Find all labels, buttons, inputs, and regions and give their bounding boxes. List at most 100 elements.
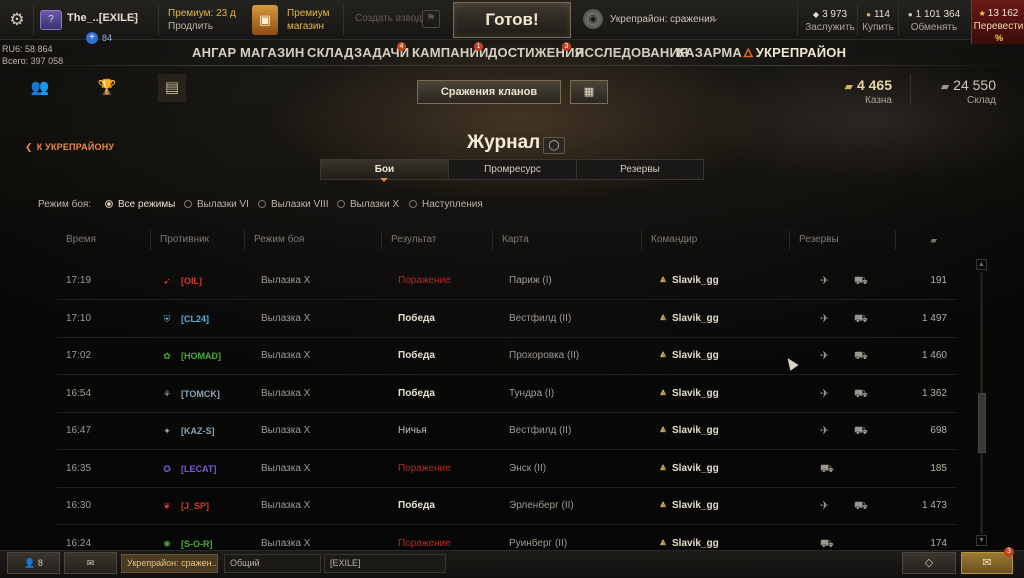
plus-icon[interactable]: +: [86, 32, 98, 44]
clan-battles-button[interactable]: Сражения кланов: [417, 80, 561, 104]
opponent-clan[interactable]: ⛨ [CL24]: [159, 300, 209, 338]
reserve-artillery-icon[interactable]: ✈: [820, 412, 829, 450]
premium-shop-link[interactable]: Премиум магазин: [287, 7, 330, 33]
reserve-tank-icon[interactable]: ⛟: [854, 375, 868, 413]
settings-gear-icon[interactable]: ⚙: [6, 9, 28, 31]
channel-general[interactable]: Общий: [224, 554, 321, 573]
opponent-clan[interactable]: ✺ [S-O-R]: [159, 525, 212, 551]
column-reserves[interactable]: Резервы: [789, 230, 895, 250]
commander[interactable]: ⩓ Slavik_gg: [657, 450, 719, 488]
scroll-up-arrow-icon[interactable]: ▲: [976, 259, 987, 270]
clan-emblem-icon[interactable]: ?: [40, 10, 62, 30]
tab-industrial-resource[interactable]: Промресурс: [449, 160, 577, 179]
nav-research[interactable]: ИССЛЕДОВАНИЯ: [575, 41, 689, 65]
reserve-tank-icon[interactable]: ⛟: [854, 337, 868, 375]
reserve-artillery-icon[interactable]: ✈: [820, 375, 829, 413]
reserve-tank-icon[interactable]: ⛟: [820, 525, 834, 551]
opponent-clan[interactable]: ⚘ [TOMCK]: [159, 375, 220, 413]
reserve-tank-icon[interactable]: ⛟: [854, 412, 868, 450]
trophy-icon[interactable]: 🏆: [93, 74, 121, 102]
friends-button[interactable]: 👤 8: [7, 552, 60, 574]
scrollbar-thumb[interactable]: [978, 393, 986, 453]
column-opponent[interactable]: Противник: [150, 230, 244, 250]
earn-link[interactable]: Заслужить: [805, 21, 855, 34]
opponent-clan[interactable]: ➹ [OIL]: [159, 262, 202, 300]
reserve-artillery-icon[interactable]: ✈: [820, 337, 829, 375]
reserve-tank-icon[interactable]: ⛟: [820, 450, 834, 488]
calendar-icon[interactable]: ▦: [570, 80, 608, 104]
filter-sortie-viii[interactable]: Вылазки VIII: [258, 199, 328, 210]
premium-shop-icon[interactable]: ▣: [252, 5, 278, 35]
column-result[interactable]: Результат: [381, 230, 492, 250]
table-row[interactable]: 17:02 ✿ [HOMAD] Вылазка X Победа Прохоровка (…: [57, 337, 957, 375]
platoon-icon[interactable]: ⚑: [422, 10, 440, 28]
nav-depot[interactable]: СКЛАД: [307, 41, 354, 65]
commander[interactable]: ⩓ Slavik_gg: [657, 337, 719, 375]
filter-advances[interactable]: Наступления: [409, 199, 483, 210]
battle-mode-icon[interactable]: ◉: [583, 9, 603, 29]
column-resource[interactable]: ▰: [895, 230, 957, 250]
reserve-tank-icon[interactable]: ⛟: [854, 300, 868, 338]
premium-account[interactable]: Премиум: 23 д Продлить: [168, 7, 236, 33]
reserve-tank-icon[interactable]: ⛟: [854, 262, 868, 300]
journal-icon[interactable]: ▤: [158, 74, 186, 102]
back-to-stronghold-link[interactable]: ❮ К УКРЕПРАЙОНУ: [25, 142, 114, 153]
opponent-clan[interactable]: ✦ [KAZ-S]: [159, 412, 214, 450]
refresh-icon[interactable]: ◯: [543, 137, 565, 154]
session-stats-button[interactable]: ◇: [902, 552, 956, 574]
players-icon[interactable]: 👥: [26, 74, 54, 102]
credits-resource[interactable]: ● 1 101 364 Обменять: [902, 8, 966, 34]
reserve-artillery-icon[interactable]: ✈: [820, 487, 829, 525]
commander[interactable]: ⩓ Slavik_gg: [657, 300, 719, 338]
commander[interactable]: ⩓ Slavik_gg: [657, 412, 719, 450]
commander[interactable]: ⩓ Slavik_gg: [657, 375, 719, 413]
table-row[interactable]: 16:30 ❦ [J_SP] Вылазка X Победа Эрленберг (II…: [57, 487, 957, 525]
nav-hangar[interactable]: АНГАР: [192, 41, 236, 65]
opponent-clan[interactable]: ✿ [HOMAD]: [159, 337, 221, 375]
table-row[interactable]: 17:19 ➹ [OIL] Вылазка X Поражение Париж (I) ⩓ S…: [57, 262, 957, 300]
table-row[interactable]: 17:10 ⛨ [CL24] Вылазка X Победа Вестфилд (II)…: [57, 300, 957, 338]
channel-stronghold[interactable]: Укрепрайон: сражен...: [121, 554, 218, 573]
create-platoon-button[interactable]: Создать взвод: [355, 13, 422, 24]
column-map[interactable]: Карта: [492, 230, 641, 250]
exchange-link[interactable]: Обменять: [902, 21, 966, 34]
commander[interactable]: ⩓ Slavik_gg: [657, 487, 719, 525]
column-commander[interactable]: Командир: [641, 230, 789, 250]
commander[interactable]: ⩓ Slavik_gg: [657, 525, 719, 551]
table-row[interactable]: 16:24 ✺ [S-O-R] Вылазка X Поражение Руинберг …: [57, 525, 957, 551]
gold-resource[interactable]: ● 114 Купить: [860, 8, 896, 34]
chevron-down-icon[interactable]: ⌄: [711, 13, 719, 24]
chevron-down-icon[interactable]: ⌄: [131, 11, 139, 22]
table-row[interactable]: 16:47 ✦ [KAZ-S] Вылазка X Ничья Вестфилд (II)…: [57, 412, 957, 450]
scroll-down-arrow-icon[interactable]: ▼: [976, 535, 987, 546]
reserve-artillery-icon[interactable]: ✈: [820, 300, 829, 338]
column-battle-mode[interactable]: Режим боя: [244, 230, 381, 250]
premium-extend-link[interactable]: Продлить: [168, 20, 236, 33]
player-name[interactable]: The_..[EXILE]: [67, 12, 138, 24]
nav-stronghold[interactable]: 🜂 УКРЕПРАЙОН: [743, 41, 846, 65]
battle-mode-selector[interactable]: Укрепрайон: сражения: [610, 14, 715, 25]
channel-clan[interactable]: [EXILE]: [324, 554, 446, 573]
filter-all-modes[interactable]: Все режимы: [105, 199, 175, 210]
battle-result: Победа: [398, 500, 435, 511]
buy-link[interactable]: Купить: [860, 21, 896, 34]
convert-xp-button[interactable]: ★ 13 162 Перевести %: [971, 0, 1024, 44]
nav-barracks[interactable]: КАЗАРМА: [677, 41, 742, 65]
ready-button[interactable]: Готов!: [453, 2, 571, 38]
missions-counter-badge: 4: [397, 42, 406, 51]
filter-sortie-x[interactable]: Вылазки X: [337, 199, 399, 210]
nav-shop[interactable]: МАГАЗИН: [240, 41, 304, 65]
free-xp-resource[interactable]: ◆ 3 973 Заслужить: [805, 8, 855, 34]
opponent-clan[interactable]: ❦ [J_SP]: [159, 487, 209, 525]
tab-battles[interactable]: Бои: [321, 160, 449, 179]
tab-reserves[interactable]: Резервы: [577, 160, 703, 179]
commander[interactable]: ⩓ Slavik_gg: [657, 262, 719, 300]
opponent-clan[interactable]: ✪ [LECAT]: [159, 450, 216, 488]
table-row[interactable]: 16:35 ✪ [LECAT] Вылазка X Поражение Энск (II)…: [57, 450, 957, 488]
table-row[interactable]: 16:54 ⚘ [TOMCK] Вылазка X Победа Тундра (I) ⩓ S…: [57, 375, 957, 413]
column-time[interactable]: Время: [57, 230, 150, 250]
chat-button[interactable]: ✉: [64, 552, 117, 574]
reserve-tank-icon[interactable]: ⛟: [854, 487, 868, 525]
filter-sortie-vi[interactable]: Вылазки VI: [184, 199, 249, 210]
reserve-artillery-icon[interactable]: ✈: [820, 262, 829, 300]
